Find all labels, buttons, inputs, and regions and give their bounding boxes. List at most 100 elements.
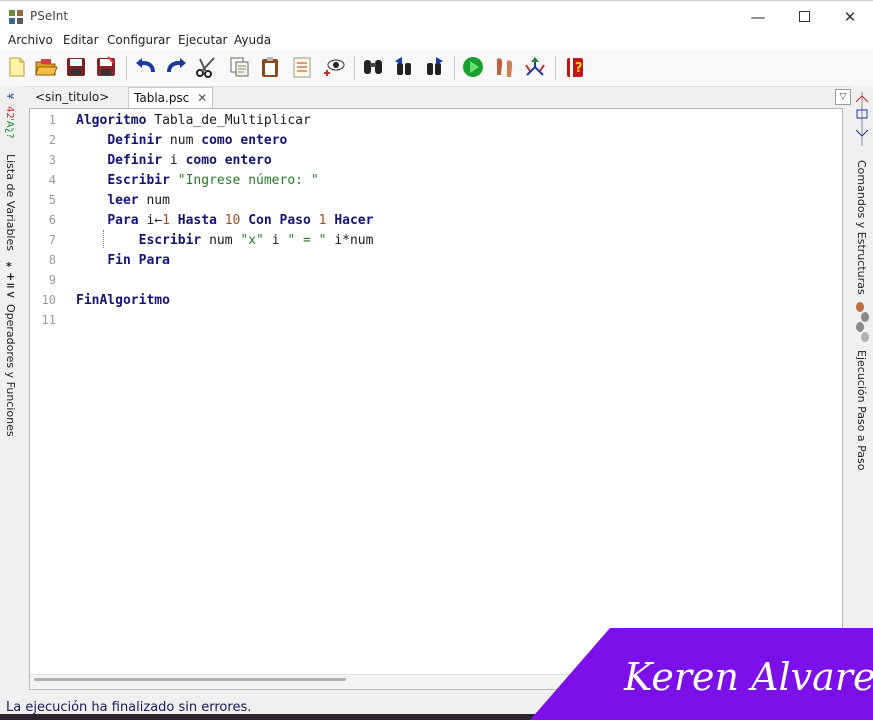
code-token: "x": [240, 233, 264, 248]
line-number: 6: [48, 213, 56, 227]
code-editor[interactable]: 1 2 3 4 5 6 7 8 9 10 11 Algoritmo Tabla_de_Multipl…: [29, 108, 843, 690]
search-icon[interactable]: [361, 55, 385, 79]
svg-text:<: <: [6, 288, 15, 300]
tab-close-icon[interactable]: ✕: [197, 91, 207, 105]
search-prev-icon[interactable]: [392, 55, 416, 79]
search-next-icon[interactable]: [422, 55, 446, 79]
code-token: "Ingrese número: ": [177, 173, 319, 188]
window-title: PSeInt: [30, 9, 69, 23]
code-token: Con Paso: [248, 213, 311, 228]
step-by-step-icon[interactable]: [493, 55, 517, 79]
chevron-down-icon: ▽: [839, 92, 847, 102]
line-number: 9: [48, 273, 56, 287]
code-token: i: [263, 233, 288, 248]
code-line[interactable]: leer num: [76, 193, 170, 208]
menu-bar: Archivo Editar Configurar Ejecutar Ayuda: [0, 31, 873, 50]
run-icon[interactable]: [461, 55, 485, 79]
code-line[interactable]: Para i←1 Hasta 10 Con Paso 1 Hacer: [76, 213, 373, 228]
maximize-button[interactable]: [781, 1, 827, 32]
left-tab-variables[interactable]: Lista de Variables: [4, 154, 17, 251]
code-line[interactable]: Escribir "Ingrese número: ": [76, 173, 319, 188]
menu-editar[interactable]: Editar: [63, 33, 99, 47]
code-token: i←: [138, 213, 163, 228]
code-line[interactable]: FinAlgoritmo: [76, 293, 170, 308]
find-replace-icon[interactable]: [322, 55, 346, 79]
code-token: num: [138, 193, 170, 208]
line-number: 10: [41, 293, 56, 307]
minimize-button[interactable]: —: [735, 1, 781, 32]
redo-icon[interactable]: [164, 55, 188, 79]
code-token: i*num: [326, 233, 374, 248]
toolbar-separator: [454, 56, 455, 80]
code-token: 10: [224, 213, 241, 228]
code-line[interactable]: Escribir num "x" i " = " i*num: [76, 233, 374, 248]
line-number: 7: [48, 233, 56, 247]
tab-list-dropdown[interactable]: ▽: [835, 89, 851, 105]
line-number: 1: [48, 113, 56, 127]
tab-tabla-psc[interactable]: Tabla.psc ✕: [128, 87, 214, 108]
code-token: FinAlgoritmo: [76, 293, 170, 308]
tab-label: Tabla.psc: [134, 91, 190, 105]
code-token: 1: [318, 213, 327, 228]
variables-panel-icon: ¥ 42 'A' ¿?: [4, 93, 15, 139]
code-line[interactable]: Definir num como entero: [76, 133, 287, 148]
line-number: 2: [48, 133, 56, 147]
minimize-icon: —: [750, 7, 766, 26]
indent-guide: [103, 230, 104, 248]
new-file-icon[interactable]: [5, 55, 29, 79]
line-number: 11: [41, 313, 56, 327]
right-side-panel-rail: Comandos y Estructuras Ejecución Paso a …: [851, 86, 873, 690]
tab-sin-titulo[interactable]: <sin_titulo>: [30, 87, 114, 107]
code-token: Definir: [107, 133, 163, 148]
paste-icon[interactable]: [258, 55, 282, 79]
save-as-icon[interactable]: [94, 55, 118, 79]
code-token: Hacer: [334, 213, 374, 228]
code-token: Escribir: [138, 233, 202, 248]
close-window-button[interactable]: ✕: [827, 1, 873, 32]
line-number: 5: [48, 193, 56, 207]
code-line[interactable]: Definir i como entero: [76, 153, 272, 168]
cut-icon[interactable]: [194, 55, 218, 79]
copy-icon[interactable]: [228, 55, 252, 79]
save-icon[interactable]: [64, 55, 88, 79]
right-tab-commands[interactable]: Comandos y Estructuras: [855, 160, 868, 295]
code-token: entero: [224, 153, 272, 168]
status-message: La ejecución ha finalizado sin errores.: [6, 700, 252, 715]
watermark-banner: Keren Alvarez: [530, 628, 873, 720]
code-token: entero: [240, 133, 288, 148]
code-token: Definir: [107, 153, 163, 168]
code-token: num: [162, 133, 202, 148]
line-number: 4: [48, 173, 56, 187]
indent-icon[interactable]: [290, 55, 314, 79]
help-icon[interactable]: ?: [563, 55, 587, 79]
horizontal-scrollbar-thumb[interactable]: [34, 678, 346, 681]
code-line[interactable]: Fin Para: [76, 253, 170, 268]
editor-tab-strip: <sin_titulo> Tabla.psc ✕ ▽: [28, 86, 851, 108]
flowchart-icon[interactable]: [523, 55, 547, 79]
menu-ayuda[interactable]: Ayuda: [234, 33, 271, 47]
menu-configurar[interactable]: Configurar: [107, 33, 170, 47]
code-token: Fin Para: [107, 253, 170, 268]
left-tab-operators[interactable]: Operadores y Funciones: [4, 304, 17, 437]
menu-ejecutar[interactable]: Ejecutar: [178, 33, 228, 47]
code-token: Para: [107, 213, 139, 228]
menu-archivo[interactable]: Archivo: [8, 33, 53, 47]
svg-text:¿?: ¿?: [4, 128, 15, 139]
open-file-icon[interactable]: [34, 55, 58, 79]
title-bar: PSeInt — ✕: [0, 0, 873, 32]
line-number: 3: [48, 153, 56, 167]
code-token: i: [162, 153, 186, 168]
right-tab-step-execution[interactable]: Ejecución Paso a Paso: [855, 350, 868, 471]
code-token: num: [201, 233, 241, 248]
undo-icon[interactable]: [134, 55, 158, 79]
code-line[interactable]: Algoritmo Tabla_de_Multiplicar: [76, 113, 311, 128]
